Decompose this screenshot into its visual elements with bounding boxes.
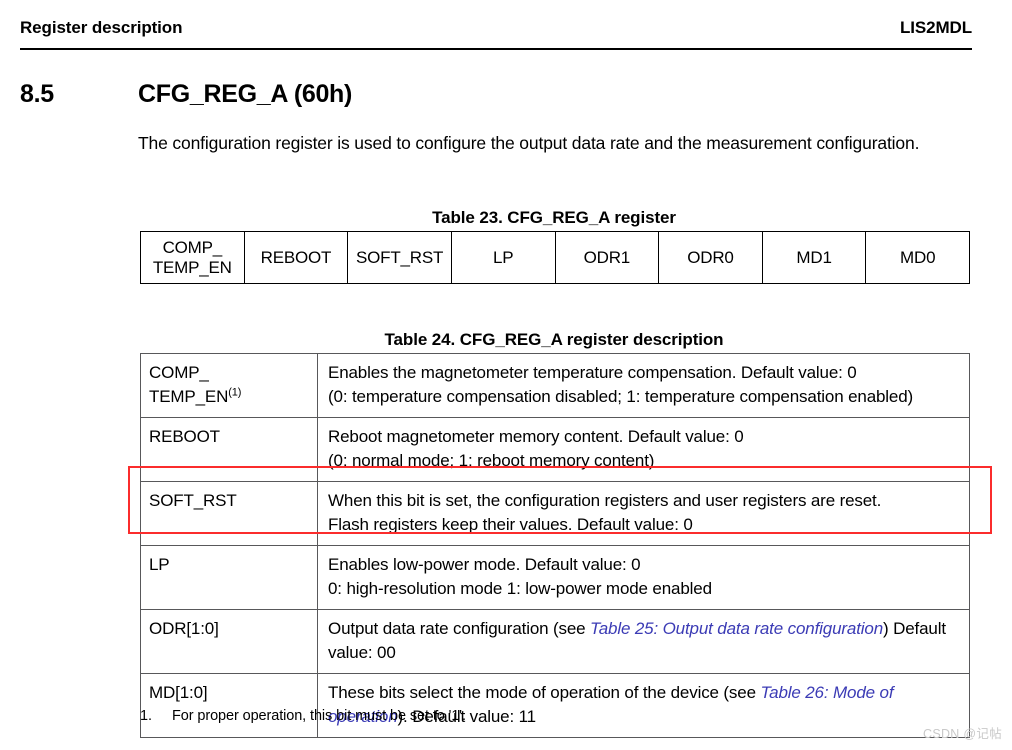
description-line1: When this bit is set, the configuration … [328,491,882,510]
field-name-cell: LP [140,545,318,610]
register-bit-cell: REBOOT [243,231,349,284]
register-description-table: COMP_ TEMP_EN(1) Enables the magnetomete… [140,353,970,738]
field-description-cell: Enables the magnetometer temperature com… [317,353,970,418]
footnote-text: For proper operation, this bit must be s… [172,708,466,724]
field-description-cell: Enables low-power mode. Default value: 0… [317,545,970,610]
field-description-cell: Reboot magnetometer memory content. Defa… [317,417,970,482]
table-row: ODR[1:0] Output data rate configuration … [140,609,970,674]
register-bit-label-line2: TEMP_EN [152,257,232,277]
register-bit-cell: COMP_ TEMP_EN [140,231,245,284]
field-name-cell: COMP_ TEMP_EN(1) [140,353,318,418]
section-number: 8.5 [20,80,54,108]
table-row: LP Enables low-power mode. Default value… [140,545,970,610]
field-name-cell: REBOOT [140,417,318,482]
cross-reference-link[interactable]: Table 25: Output data rate configuration [590,619,883,638]
footnote-number: 1. [140,708,152,724]
register-bit-label-line1: COMP_ [162,237,223,257]
section-heading: 8.5 CFG_REG_A (60h) [20,80,920,109]
register-bit-cell: SOFT_RST [347,231,452,284]
description-text-before-link: These bits select the mode of operation … [328,683,761,702]
table-row: MD[1:0] These bits select the mode of op… [140,673,970,738]
field-description-cell: When this bit is set, the configuration … [317,481,970,546]
field-name-cell: SOFT_RST [140,481,318,546]
watermark: CSDN @记帖 [923,727,1002,741]
description-line2: (0: temperature compensation disabled; 1… [328,387,914,406]
table-row-highlighted: SOFT_RST When this bit is set, the confi… [140,481,970,546]
description-line2: 0: high-resolution mode 1: low-power mod… [328,579,712,598]
field-description-cell: Output data rate configuration (see Tabl… [317,609,970,674]
field-name-cell: MD[1:0] [140,673,318,738]
page-header: Register description LIS2MDL [20,18,972,38]
register-bit-cell: ODR1 [554,231,660,284]
table-row: REBOOT Reboot magnetometer memory conten… [140,417,970,482]
description-line1: Reboot magnetometer memory content. Defa… [328,427,744,446]
footnote: 1. For proper operation, this bit must be… [140,708,466,724]
register-bit-cell: MD1 [761,231,867,284]
register-bit-cell: ODR0 [658,231,763,284]
description-line1: Enables low-power mode. Default value: 0 [328,555,641,574]
header-divider [20,48,972,50]
description-line2: Flash registers keep their values. Defau… [328,515,693,534]
description-line1: Enables the magnetometer temperature com… [328,363,857,382]
description-line2: (0: normal mode; 1: reboot memory conten… [328,451,655,470]
intro-paragraph: The configuration register is used to co… [138,133,920,153]
table-row: COMP_ TEMP_EN REBOOT SOFT_RST LP ODR1 OD… [140,231,970,284]
footnote-marker: (1) [228,386,242,399]
page-title: CFG_REG_A (60h) [138,80,353,108]
field-name-cell: ODR[1:0] [140,609,318,674]
field-name-line2: TEMP_EN [149,387,229,406]
field-name-line1: COMP_ [149,363,209,382]
table24-caption: Table 24. CFG_REG_A register description [384,330,724,349]
register-bit-cell: LP [450,231,556,284]
register-bit-cell: MD0 [865,231,970,284]
field-description-cell: These bits select the mode of operation … [317,673,970,738]
description-text-before-link: Output data rate configuration (see [328,619,591,638]
register-bit-table: COMP_ TEMP_EN REBOOT SOFT_RST LP ODR1 OD… [140,231,970,284]
table-row: COMP_ TEMP_EN(1) Enables the magnetomete… [140,353,970,418]
table23-caption: Table 23. CFG_REG_A register [432,208,676,227]
header-right-title: LIS2MDL [899,18,972,37]
header-left-title: Register description [20,18,183,37]
